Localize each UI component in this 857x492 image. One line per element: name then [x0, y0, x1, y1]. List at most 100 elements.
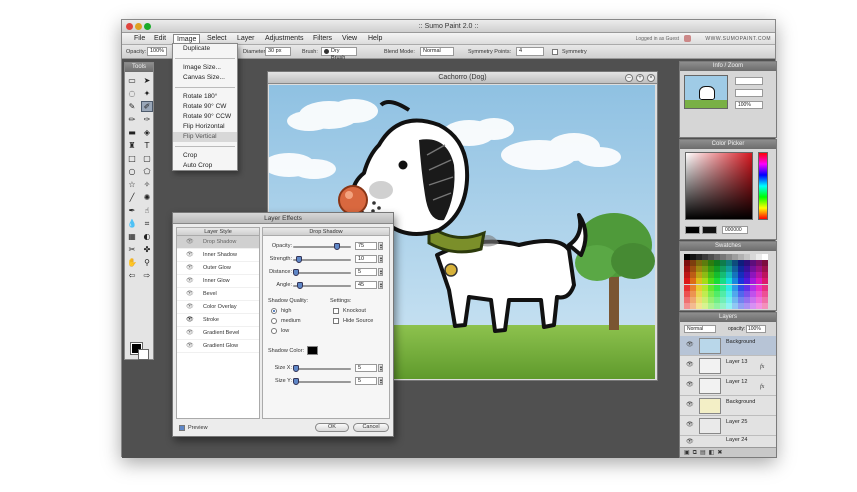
menu-item-rotate-90-ccw[interactable]: Rotate 90° CCW: [173, 112, 237, 122]
gear-shape-icon[interactable]: ✺: [141, 192, 153, 203]
color-swatch[interactable]: [762, 278, 768, 285]
shape-tool-icon[interactable]: ✧: [141, 179, 153, 190]
symmetry-points-field[interactable]: 4: [516, 47, 544, 56]
eye-icon[interactable]: 👁: [186, 275, 194, 288]
clone-tool-icon[interactable]: ✂: [126, 244, 138, 255]
menu-item-rotate-90-cw[interactable]: Rotate 90° CW: [173, 102, 237, 112]
delete-layer-icon[interactable]: ✖: [717, 450, 725, 456]
fx-icon[interactable]: fx: [760, 384, 764, 390]
eye-icon[interactable]: 👁: [186, 314, 194, 327]
layer-row[interactable]: 👁 Background: [680, 396, 776, 416]
style-item-outer-glow[interactable]: 👁 Outer Glow: [177, 262, 259, 275]
eye-icon[interactable]: 👁: [186, 301, 194, 314]
color-swatch[interactable]: [762, 302, 768, 309]
text-tool-icon[interactable]: T: [141, 140, 153, 151]
arrow-right-icon[interactable]: ⇨: [141, 270, 153, 281]
eye-icon[interactable]: 👁: [686, 361, 694, 368]
brush-select[interactable]: Dry Brush: [321, 47, 357, 61]
menu-file[interactable]: File: [131, 34, 148, 44]
eraser-tool-icon[interactable]: ▬: [126, 127, 138, 138]
size-y-slider-knob[interactable]: [292, 378, 299, 385]
hide-source-checkbox[interactable]: [333, 318, 339, 324]
menu-item-canvas-size[interactable]: Canvas Size...: [173, 73, 237, 83]
canvas-close-icon[interactable]: ×: [647, 74, 655, 82]
color-swatch[interactable]: [762, 254, 768, 260]
distance-spinner[interactable]: ▲ ▼: [378, 268, 383, 276]
cancel-button[interactable]: Cancel: [353, 423, 389, 432]
preview-checkbox[interactable]: [179, 425, 185, 431]
hex-field[interactable]: 000000: [722, 226, 748, 234]
style-item-color-overlay[interactable]: 👁 Color Overlay: [177, 301, 259, 314]
magic-wand-icon[interactable]: ✦: [141, 88, 153, 99]
eye-icon[interactable]: 👁: [186, 340, 194, 353]
quality-low-radio[interactable]: [271, 328, 277, 334]
minimize-window-button[interactable]: [135, 23, 142, 30]
style-item-bevel[interactable]: 👁 Bevel: [177, 288, 259, 301]
line-tool-icon[interactable]: ╱: [126, 192, 138, 203]
new-layer-icon[interactable]: ▣: [684, 450, 693, 456]
menu-item-crop[interactable]: Crop: [173, 151, 237, 161]
eye-icon[interactable]: 👁: [686, 381, 694, 388]
gradient-tool-icon[interactable]: ▦: [126, 231, 138, 242]
opacity-field[interactable]: 100%: [147, 47, 167, 56]
layer-row[interactable]: 👁 Layer 12 fx: [680, 376, 776, 396]
layer-row[interactable]: 👁 Layer 25: [680, 416, 776, 436]
group-layer-icon[interactable]: ▤: [700, 450, 709, 456]
color-swatch[interactable]: [762, 272, 768, 279]
background-color-swatch[interactable]: [138, 349, 149, 360]
size-x-spinner[interactable]: ▲ ▼: [378, 364, 383, 372]
eyedropper-icon[interactable]: ✎: [126, 101, 138, 112]
mask-layer-icon[interactable]: ◧: [709, 450, 718, 456]
layer-blend-select[interactable]: Normal: [684, 325, 716, 333]
marquee-tool-icon[interactable]: ▭: [126, 75, 138, 86]
menu-item-flip-vertical[interactable]: Flip Vertical: [173, 132, 237, 142]
polygon-tool-icon[interactable]: ⬠: [141, 166, 153, 177]
menu-item-auto-crop[interactable]: Auto Crop: [173, 161, 237, 171]
stamp-tool-icon[interactable]: ♜: [126, 140, 138, 151]
fx-icon[interactable]: fx: [760, 364, 764, 370]
bucket-tool-icon[interactable]: ◈: [141, 127, 153, 138]
menu-filters[interactable]: Filters: [310, 34, 335, 44]
navigator-thumbnail[interactable]: [684, 75, 728, 109]
dodge-tool-icon[interactable]: ◐: [141, 231, 153, 242]
opacity-slider[interactable]: [293, 246, 351, 248]
brush-tool-icon[interactable]: ✐: [141, 101, 153, 112]
style-item-stroke[interactable]: 👁 Stroke: [177, 314, 259, 327]
layer-row[interactable]: 👁 Layer 13 fx: [680, 356, 776, 376]
zoom-field[interactable]: 100%: [735, 101, 763, 109]
blend-mode-select[interactable]: Normal: [420, 47, 454, 56]
style-item-drop-shadow[interactable]: 👁 Drop Shadow: [177, 236, 259, 249]
rounded-rect-tool-icon[interactable]: ▢: [141, 153, 153, 164]
color-swatch[interactable]: [762, 260, 768, 267]
user-avatar-icon[interactable]: [684, 35, 691, 42]
size-y-slider[interactable]: [293, 381, 351, 383]
crop-tool-icon[interactable]: ⌗: [141, 218, 153, 229]
arrow-left-icon[interactable]: ⇦: [126, 270, 138, 281]
menu-adjustments[interactable]: Adjustments: [262, 34, 307, 44]
size-x-slider-knob[interactable]: [292, 365, 299, 372]
opacity-value[interactable]: 75: [355, 242, 377, 250]
menu-item-duplicate[interactable]: Duplicate: [173, 44, 237, 54]
blur-tool-icon[interactable]: 💧: [126, 218, 138, 229]
style-item-inner-glow[interactable]: 👁 Inner Glow: [177, 275, 259, 288]
pen-tool-icon[interactable]: ✒: [126, 205, 138, 216]
rectangle-tool-icon[interactable]: □: [126, 153, 138, 164]
size-y-value[interactable]: 5: [355, 377, 377, 385]
canvas-maximize-icon[interactable]: +: [636, 74, 644, 82]
move-tool-icon[interactable]: ➤: [141, 75, 153, 86]
info-field-1[interactable]: [735, 77, 763, 85]
brand-text[interactable]: WWW.SUMOPAINT.COM: [705, 34, 771, 44]
airbrush-tool-icon[interactable]: ✑: [141, 114, 153, 125]
style-item-gradient-glow[interactable]: 👁 Gradient Glow: [177, 340, 259, 353]
layer-opacity-field[interactable]: 100%: [746, 325, 766, 333]
menu-view[interactable]: View: [339, 34, 360, 44]
color-field[interactable]: [685, 152, 753, 220]
eye-icon[interactable]: 👁: [186, 288, 194, 301]
smudge-tool-icon[interactable]: ☝: [141, 205, 153, 216]
strength-slider-knob[interactable]: [295, 256, 302, 263]
lasso-tool-icon[interactable]: ◌: [126, 88, 138, 99]
style-item-gradient-bevel[interactable]: 👁 Gradient Bevel: [177, 327, 259, 340]
distance-value[interactable]: 5: [355, 268, 377, 276]
eye-icon[interactable]: 👁: [686, 438, 694, 445]
quality-medium-radio[interactable]: [271, 318, 277, 324]
